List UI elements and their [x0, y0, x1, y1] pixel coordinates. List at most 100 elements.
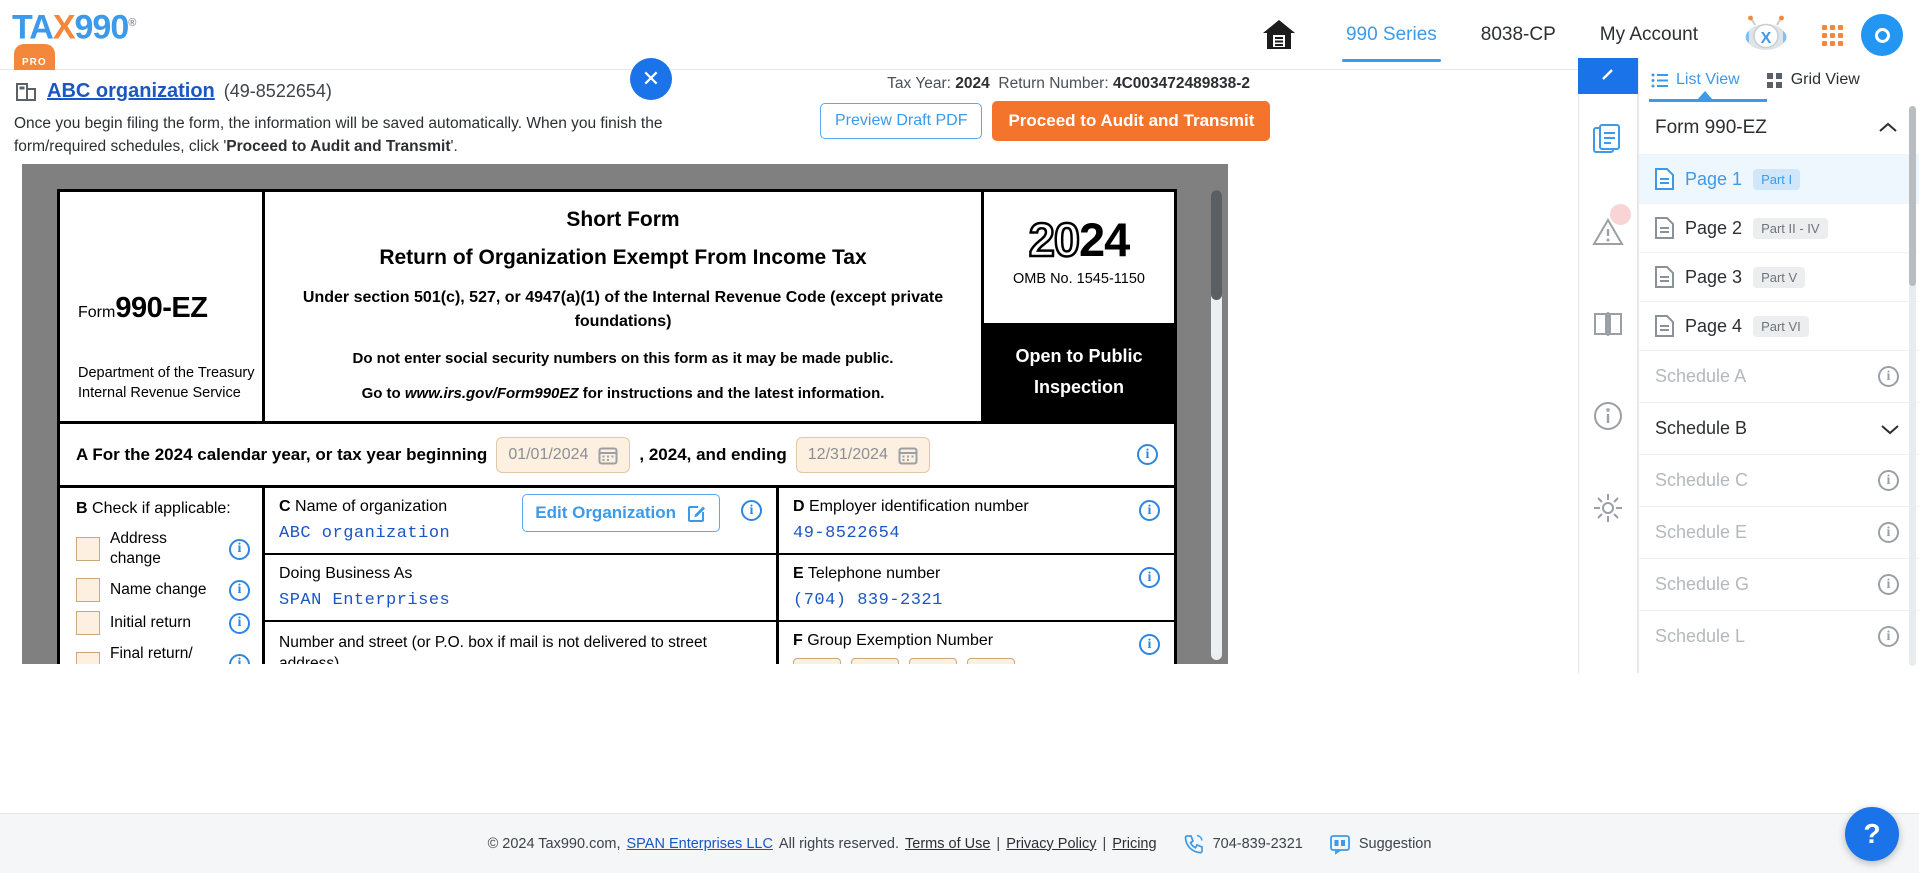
logo-x: X: [52, 8, 76, 47]
group-exemption-digit-3[interactable]: [909, 658, 957, 664]
footer-terms-link[interactable]: Terms of Use: [905, 836, 990, 852]
chevron-down-icon[interactable]: [1881, 423, 1899, 435]
form-990ez-section-header[interactable]: Form 990-EZ: [1639, 102, 1919, 154]
list-item-schedule-b[interactable]: Schedule B: [1639, 402, 1919, 454]
chatbot-assistant-icon[interactable]: X: [1742, 15, 1790, 55]
footer-phone-number: 704-839-2321: [1212, 835, 1303, 852]
group-exemption-digit-2[interactable]: [851, 658, 899, 664]
nav-8038-cp[interactable]: 8038-CP: [1459, 0, 1578, 70]
tab-list-view[interactable]: List View: [1651, 71, 1740, 89]
address-change-info-icon[interactable]: i: [229, 538, 250, 560]
rail-documents-icon[interactable]: [1578, 94, 1638, 186]
list-item-page-2[interactable]: Page 2 Part II - IV: [1639, 203, 1919, 252]
schedule-e-info-icon[interactable]: i: [1878, 522, 1899, 543]
schedule-a-info-icon[interactable]: i: [1878, 366, 1899, 387]
tab-grid-view[interactable]: Grid View: [1766, 71, 1860, 89]
telephone-value: (704) 839-2321: [793, 591, 943, 610]
calendar-icon[interactable]: [898, 445, 918, 465]
organization-name-info-icon[interactable]: i: [741, 500, 762, 521]
address-change-checkbox[interactable]: [76, 537, 100, 561]
checkbox-row-initial-return[interactable]: Initial return i: [76, 611, 250, 635]
rail-alerts-icon[interactable]: [1578, 186, 1638, 278]
row-a-mid-label: , 2024, and ending: [639, 444, 787, 464]
form-scrollbar-thumb[interactable]: [1211, 190, 1222, 300]
list-item-page-4[interactable]: Page 4 Part VI: [1639, 301, 1919, 350]
list-item-schedule-g[interactable]: Schedule G i: [1639, 558, 1919, 610]
footer-pricing-link[interactable]: Pricing: [1112, 836, 1156, 852]
schedule-g-label: Schedule G: [1655, 574, 1750, 594]
initial-return-checkbox[interactable]: [76, 611, 100, 635]
footer-suggestion[interactable]: Suggestion: [1329, 833, 1431, 855]
user-avatar[interactable]: [1861, 14, 1903, 56]
c-text: Name of organization: [290, 498, 448, 515]
chevron-up-icon[interactable]: [1879, 122, 1897, 134]
panel-view-tabs: List View Grid View: [1639, 58, 1919, 102]
organization-name-link[interactable]: ABC organization: [47, 80, 215, 103]
list-item-schedule-a[interactable]: Schedule A i: [1639, 350, 1919, 402]
column-b-checkboxes: B Check if applicable: Address change i …: [60, 488, 265, 664]
panel-content: Form 990-EZ Page 1 Part I Page 2 Part II…: [1639, 102, 1919, 673]
name-change-checkbox[interactable]: [76, 578, 100, 602]
edit-organization-button[interactable]: Edit Organization: [522, 494, 720, 532]
schedule-e-label: Schedule E: [1655, 522, 1748, 542]
page-icon: [1655, 315, 1674, 337]
schedule-l-info-icon[interactable]: i: [1878, 626, 1899, 647]
name-change-info-icon[interactable]: i: [229, 579, 250, 601]
page-1-part-tag: Part I: [1753, 168, 1801, 190]
footer-company-link[interactable]: SPAN Enterprises LLC: [627, 836, 773, 852]
list-item-schedule-l[interactable]: Schedule L i: [1639, 610, 1919, 662]
cell-telephone: E Telephone number i (704) 839-2321: [779, 555, 1174, 620]
nav-990-series[interactable]: 990 Series: [1324, 0, 1459, 70]
list-item-page-3[interactable]: Page 3 Part V: [1639, 252, 1919, 301]
d-letter: D: [793, 498, 805, 515]
group-exemption-digit-4[interactable]: [967, 658, 1015, 664]
building-icon: [14, 79, 38, 103]
final-return-info-icon[interactable]: i: [229, 653, 250, 664]
final-return-checkbox[interactable]: [76, 652, 100, 664]
grid-view-icon: [1766, 72, 1783, 89]
schedule-c-info-icon[interactable]: i: [1878, 470, 1899, 491]
form-action-buttons: Preview Draft PDF Proceed to Audit and T…: [820, 101, 1271, 141]
preview-draft-pdf-button[interactable]: Preview Draft PDF: [820, 103, 983, 139]
initial-return-info-icon[interactable]: i: [229, 612, 250, 634]
rail-settings-icon[interactable]: [1578, 462, 1638, 554]
return-number-label: Return Number:: [998, 75, 1109, 92]
group-exemption-info-icon[interactable]: i: [1139, 634, 1160, 655]
footer-phone[interactable]: 704-839-2321: [1183, 833, 1303, 855]
initial-return-label: Initial return: [110, 614, 191, 631]
calendar-icon[interactable]: [598, 445, 618, 465]
panel-scrollbar-thumb[interactable]: [1909, 106, 1916, 286]
footer-privacy-link[interactable]: Privacy Policy: [1006, 836, 1096, 852]
list-item-schedule-c[interactable]: Schedule C i: [1639, 454, 1919, 506]
proceed-to-audit-and-transmit-button[interactable]: Proceed to Audit and Transmit: [992, 101, 1271, 141]
open-to-public-line2: Inspection: [1033, 377, 1124, 397]
row-a-info-icon[interactable]: i: [1137, 444, 1158, 465]
cell-group-exemption: F Group Exemption Number i: [779, 622, 1174, 664]
checkbox-row-final-return[interactable]: Final return/ Termination i: [76, 644, 250, 664]
home-icon[interactable]: [1260, 16, 1298, 54]
form-word-label: Form: [78, 304, 116, 321]
ein-info-icon[interactable]: i: [1139, 500, 1160, 521]
app-grid-icon[interactable]: [1822, 24, 1843, 46]
telephone-info-icon[interactable]: i: [1139, 567, 1160, 588]
group-exemption-digit-1[interactable]: [793, 658, 841, 664]
schedule-c-label: Schedule C: [1655, 470, 1749, 490]
name-change-label: Name change: [110, 581, 207, 598]
checkbox-row-address-change[interactable]: Address change i: [76, 529, 250, 569]
address-change-label: Address change: [110, 530, 167, 567]
help-button[interactable]: ?: [1845, 807, 1899, 861]
checkbox-row-name-change[interactable]: Name change i: [76, 578, 250, 602]
schedule-g-info-icon[interactable]: i: [1878, 574, 1899, 595]
page-4-label: Page 4: [1685, 315, 1743, 336]
rail-guide-icon[interactable]: [1578, 278, 1638, 370]
list-item-page-1[interactable]: Page 1 Part I: [1639, 154, 1919, 203]
tax-year-end-date-input[interactable]: 12/31/2024: [795, 436, 930, 473]
form-990ez-section-label: Form 990-EZ: [1655, 117, 1767, 138]
tax-year-begin-value: 01/01/2024: [508, 445, 589, 463]
close-icon[interactable]: ✕: [630, 58, 672, 100]
rail-info-icon[interactable]: [1578, 370, 1638, 462]
list-item-schedule-e[interactable]: Schedule E i: [1639, 506, 1919, 558]
tax-year-begin-date-input[interactable]: 01/01/2024: [496, 436, 631, 473]
rail-collapse-button[interactable]: [1578, 58, 1638, 94]
row-dba-and-phone: Doing Business As SPAN Enterprises E Tel…: [265, 555, 1174, 622]
